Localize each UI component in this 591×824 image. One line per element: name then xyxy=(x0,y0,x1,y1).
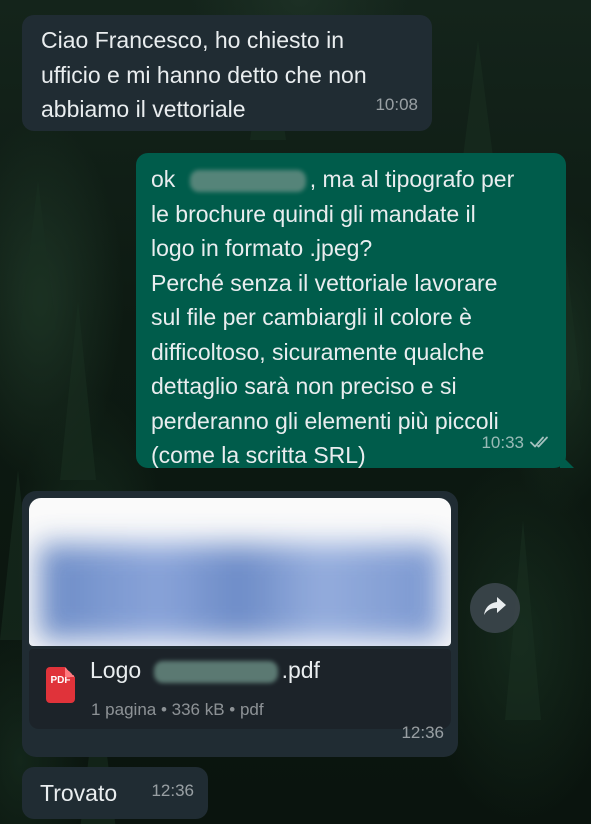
wallpaper-tree xyxy=(60,300,96,480)
message-line: Ciao Francesco, ho chiesto in xyxy=(41,27,344,53)
message-line: sul file per cambiargli il colore è xyxy=(151,304,472,330)
message-line: ok , ma al tipografo per xyxy=(151,162,550,197)
file-name-extension: .pdf xyxy=(281,657,320,683)
forward-button[interactable] xyxy=(470,583,520,633)
message-line: ufficio e mi hanno detto che non xyxy=(41,61,367,88)
message-bubble-incoming[interactable]: Trovato 12:36 xyxy=(22,767,208,819)
message-bubble-incoming[interactable]: Ciao Francesco, ho chiesto in ufficio e … xyxy=(22,15,432,131)
wallpaper-tree xyxy=(20,180,56,330)
message-line: Perché senza il vettoriale lavorare xyxy=(151,269,498,296)
bubble-tail xyxy=(560,454,574,468)
forward-arrow-icon xyxy=(483,595,507,622)
message-line: logo in formato .jpeg? xyxy=(151,235,373,261)
double-check-read-icon xyxy=(530,427,552,462)
pdf-icon: PDF xyxy=(46,667,75,703)
file-meta: 1 pagina • 336 kB • pdf xyxy=(91,700,264,719)
message-text-end: , ma al tipografo per xyxy=(309,166,515,192)
message-meta: 10:33 xyxy=(481,426,552,461)
redacted-file-name xyxy=(153,660,278,683)
redacted-name xyxy=(189,169,306,192)
message-timestamp: 12:36 xyxy=(151,780,194,800)
document-file-row[interactable]: PDF Logo .pdf 1 pagina • 336 kB • pdf xyxy=(29,649,451,729)
preview-blurred-content xyxy=(39,544,441,640)
message-timestamp: 12:36 xyxy=(401,722,444,742)
message-timestamp: 10:33 xyxy=(481,433,524,453)
file-name-start: Logo xyxy=(90,657,142,683)
message-line: le brochure quindi gli mandate il xyxy=(151,200,476,227)
message-text: Ciao Francesco, ho chiesto in ufficio e … xyxy=(41,23,416,127)
message-bubble-document[interactable]: PDF Logo .pdf 1 pagina • 336 kB • pdf 12… xyxy=(22,491,458,757)
message-line: abbiamo il vettoriale xyxy=(41,96,246,122)
message-timestamp: 10:08 xyxy=(375,94,418,114)
message-text-start: ok xyxy=(151,166,176,192)
message-line: dettaglio sarà non preciso e si xyxy=(151,373,457,399)
document-preview[interactable] xyxy=(29,498,451,646)
message-text: Trovato xyxy=(40,780,118,806)
message-bubble-outgoing[interactable]: ok , ma al tipografo per le brochure qui… xyxy=(136,153,574,468)
message-line: difficoltoso, sicuramente qualche xyxy=(151,338,485,365)
file-name: Logo .pdf xyxy=(90,653,320,687)
